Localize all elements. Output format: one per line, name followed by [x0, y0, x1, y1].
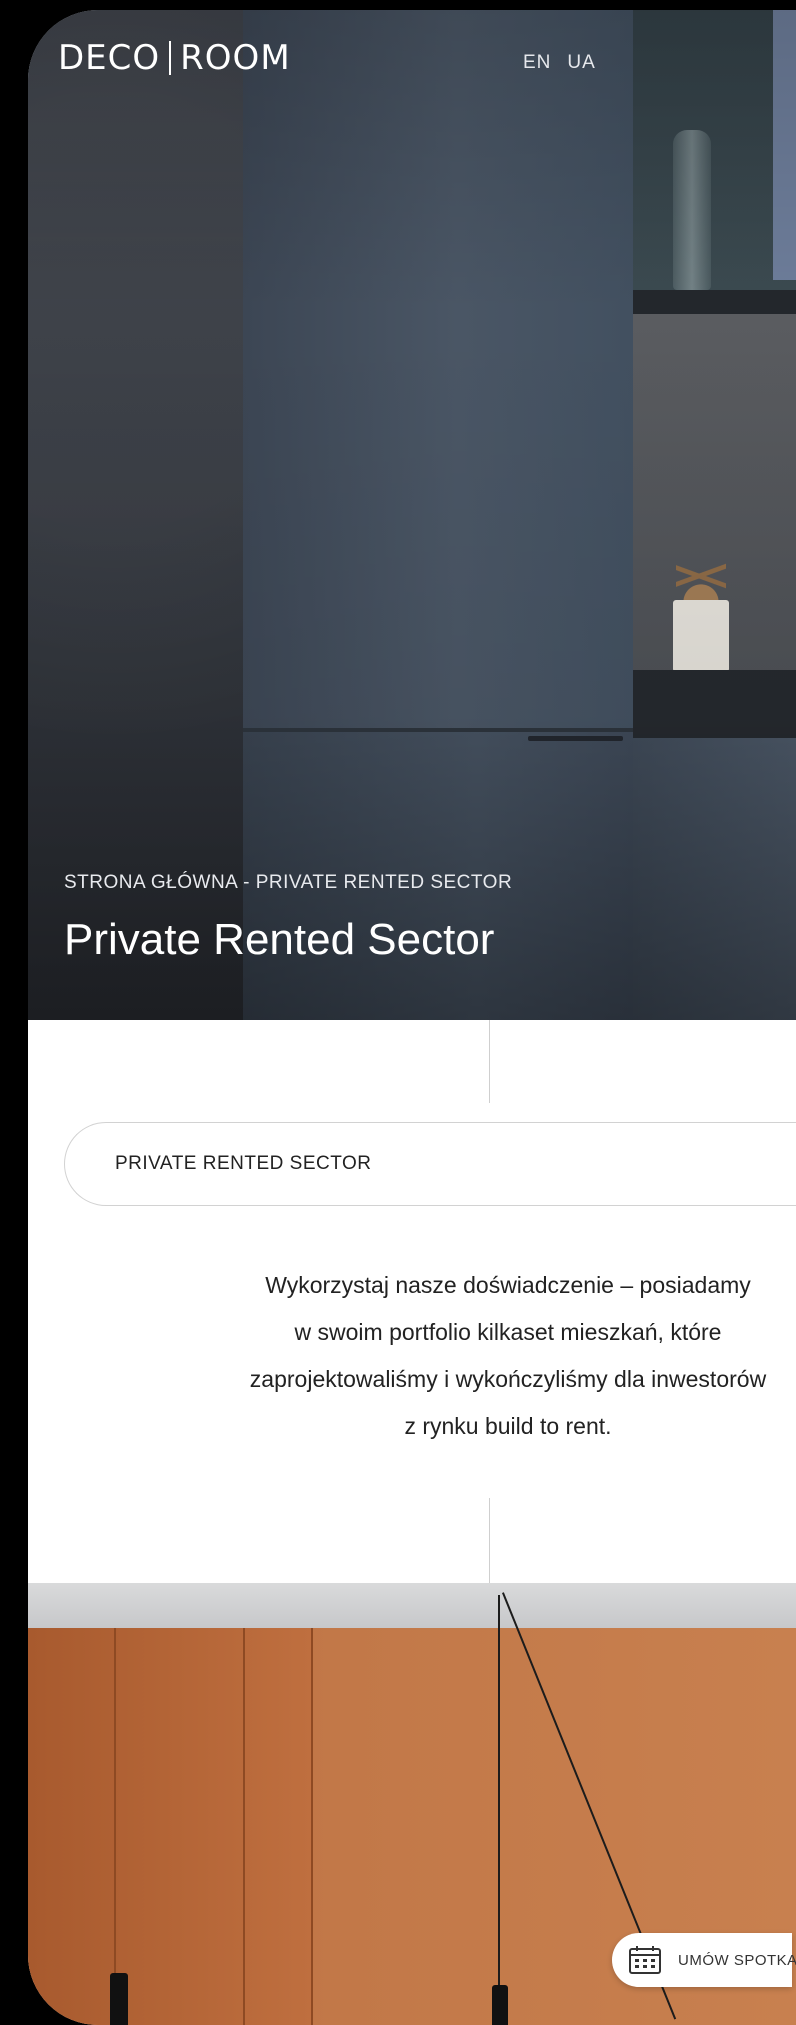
intro-line: w swoim portfolio kilkaset mieszkań, któ… [294, 1319, 722, 1345]
top-bar: DECO ROOM EN UA [28, 10, 796, 110]
language-switcher: EN UA [523, 52, 596, 74]
section-pill[interactable]: PRIVATE RENTED SECTOR [64, 1122, 796, 1206]
logo[interactable]: DECO ROOM [58, 38, 291, 78]
pendant-lamp [492, 1985, 508, 2025]
calendar-icon [628, 1945, 662, 1975]
room-image-cabinet [28, 1583, 311, 2025]
page-title: Private Rented Sector [64, 915, 495, 964]
language-ua[interactable]: UA [567, 52, 595, 74]
breadcrumb[interactable]: STRONA GŁÓWNA - PRIVATE RENTED SECTOR [64, 872, 512, 894]
book-meeting-button[interactable]: UMÓW SPOTKANIE [612, 1933, 796, 1987]
book-meeting-label: UMÓW SPOTKANIE [678, 1951, 796, 1969]
room-image-ceiling [28, 1583, 796, 1628]
intro-line: zaprojektowaliśmy i wykończyliśmy dla in… [249, 1366, 767, 1392]
pendant-lamp [110, 1973, 128, 2025]
logo-deco: DECO [58, 38, 161, 78]
mobile-screen: DECO ROOM EN UA STRONA GŁÓWNA - PRIVATE … [28, 10, 796, 2025]
logo-divider [169, 41, 172, 75]
hero-section: DECO ROOM EN UA STRONA GŁÓWNA - PRIVATE … [28, 10, 796, 1020]
intro-line: z rynku build to rent. [404, 1413, 612, 1439]
intro-text: Wykorzystaj nasze doświadczenie – posiad… [68, 1262, 796, 1450]
divider-line-bottom [489, 1498, 490, 1583]
language-en[interactable]: EN [523, 52, 551, 74]
logo-room: ROOM [180, 38, 291, 78]
section-pill-label: PRIVATE RENTED SECTOR [115, 1153, 372, 1174]
divider-line-top [489, 1020, 490, 1103]
intro-line: Wykorzystaj nasze doświadczenie – posiad… [265, 1272, 751, 1298]
